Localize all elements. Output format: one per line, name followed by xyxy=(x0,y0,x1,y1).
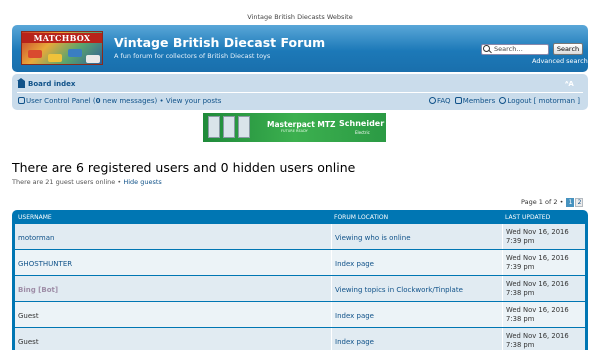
banner-product-image xyxy=(208,116,220,138)
guest-count: There are 21 guest users online xyxy=(12,178,116,186)
hide-guests-link[interactable]: Hide guests xyxy=(123,178,161,186)
logo-car-icon xyxy=(86,55,100,63)
username-guest: Guest xyxy=(18,338,39,346)
logout-link[interactable]: Logout [ motorman ] xyxy=(507,97,580,105)
pagination-label: Page 1 of 2 xyxy=(521,198,558,206)
ucp-group: User Control Panel (0 new messages) • Vi… xyxy=(18,97,221,105)
location-link[interactable]: Viewing who is online xyxy=(331,224,501,249)
date: Wed Nov 16, 2016 xyxy=(506,254,569,262)
site-title[interactable]: Vintage British Diecasts Website xyxy=(0,13,600,21)
table-row: Guest Index page Wed Nov 16, 2016 7:38 pm xyxy=(15,327,585,350)
ucp-prefix: User Control Panel ( xyxy=(26,97,96,105)
banner-product: Masterpact MTZ xyxy=(267,120,336,129)
online-users-table: USERNAME FORUM LOCATION LAST UPDATED mot… xyxy=(12,210,588,350)
banner-product-image xyxy=(223,116,235,138)
location-link[interactable]: Viewing topics in Clockwork/Tinplate xyxy=(331,276,501,301)
time: 7:39 pm xyxy=(506,263,535,271)
page-2-link[interactable]: 2 xyxy=(575,198,584,207)
table-header: USERNAME FORUM LOCATION LAST UPDATED xyxy=(15,210,585,223)
table-row: Bing [Bot] Viewing topics in Clockwork/T… xyxy=(15,275,585,301)
location-link[interactable]: Index page xyxy=(331,328,501,350)
faq-link[interactable]: FAQ xyxy=(437,97,451,105)
table-row: Guest Index page Wed Nov 16, 2016 7:38 pm xyxy=(15,301,585,327)
time: 7:38 pm xyxy=(506,315,535,323)
logo-car-icon xyxy=(28,50,42,58)
members-icon xyxy=(454,97,462,104)
column-last-updated: LAST UPDATED xyxy=(505,214,551,221)
view-posts-link[interactable]: View your posts xyxy=(166,97,222,105)
banner-brand-sub: Electric xyxy=(355,130,370,135)
last-updated: Wed Nov 16, 2016 7:38 pm xyxy=(502,276,585,301)
home-icon[interactable] xyxy=(17,78,25,88)
time: 7:38 pm xyxy=(506,289,535,297)
page-title: There are 6 registered users and 0 hidde… xyxy=(12,160,356,175)
members-link[interactable]: Members xyxy=(463,97,495,105)
location-link[interactable]: Index page xyxy=(331,302,501,327)
banner-product-image xyxy=(238,116,250,138)
search-button[interactable]: Search xyxy=(553,43,583,55)
ucp-suffix: new messages) xyxy=(100,97,158,105)
date: Wed Nov 16, 2016 xyxy=(506,306,569,314)
search-input[interactable]: Search… xyxy=(481,44,549,55)
guest-summary: There are 21 guest users online • Hide g… xyxy=(12,178,162,186)
column-forum-location: FORUM LOCATION xyxy=(334,214,389,221)
logo-car-icon xyxy=(68,49,82,57)
ad-banner[interactable]: Masterpact MTZ FUTURE READY Schneider El… xyxy=(203,113,386,142)
table-row: motorman Viewing who is online Wed Nov 1… xyxy=(15,223,585,249)
date: Wed Nov 16, 2016 xyxy=(506,280,569,288)
site-header: MATCHBOX Vintage British Diecast Forum A… xyxy=(12,25,588,72)
nav-right-group: FAQ Members Logout [ motorman ] xyxy=(429,97,580,105)
table-row: GHOSTHUNTER Index page Wed Nov 16, 2016 7… xyxy=(15,249,585,275)
date: Wed Nov 16, 2016 xyxy=(506,228,569,236)
logout-icon xyxy=(499,97,507,104)
faq-icon xyxy=(429,97,436,104)
username-bot: Bing [Bot] xyxy=(18,286,59,294)
username-link[interactable]: motorman xyxy=(15,224,330,249)
forum-description: A fun forum for collectors of British Di… xyxy=(114,52,271,60)
date: Wed Nov 16, 2016 xyxy=(506,332,569,340)
search-icon xyxy=(483,45,490,52)
location-link[interactable]: Index page xyxy=(331,250,501,275)
username-guest: Guest xyxy=(18,312,39,320)
last-updated: Wed Nov 16, 2016 7:39 pm xyxy=(502,250,585,275)
logo-car-icon xyxy=(48,54,62,62)
forum-logo[interactable]: MATCHBOX xyxy=(21,31,103,65)
nav-separator: • xyxy=(159,97,164,105)
user-icon xyxy=(18,97,25,104)
page-1-current: 1 xyxy=(566,198,575,207)
time: 7:39 pm xyxy=(506,237,535,245)
font-size-icon[interactable]: ᴬA xyxy=(565,80,574,88)
navbar-divider xyxy=(17,92,583,93)
forum-title[interactable]: Vintage British Diecast Forum xyxy=(114,35,325,50)
board-index-link[interactable]: Board index xyxy=(28,80,75,88)
time: 7:38 pm xyxy=(506,341,535,349)
last-updated: Wed Nov 16, 2016 7:39 pm xyxy=(502,224,585,249)
banner-brand: Schneider xyxy=(339,119,385,128)
last-updated: Wed Nov 16, 2016 7:38 pm xyxy=(502,302,585,327)
pagination: Page 1 of 2 • 12 xyxy=(521,198,584,207)
pagination-separator: • xyxy=(559,198,564,206)
ucp-link[interactable]: User Control Panel (0 new messages) xyxy=(26,97,157,105)
username-link[interactable]: GHOSTHUNTER xyxy=(15,250,330,275)
logo-text: MATCHBOX xyxy=(22,33,102,43)
advanced-search-link[interactable]: Advanced search xyxy=(532,57,588,65)
guest-separator: • xyxy=(117,178,122,186)
banner-tagline: FUTURE READY xyxy=(281,129,308,133)
last-updated: Wed Nov 16, 2016 7:38 pm xyxy=(502,328,585,350)
column-username: USERNAME xyxy=(18,214,52,221)
